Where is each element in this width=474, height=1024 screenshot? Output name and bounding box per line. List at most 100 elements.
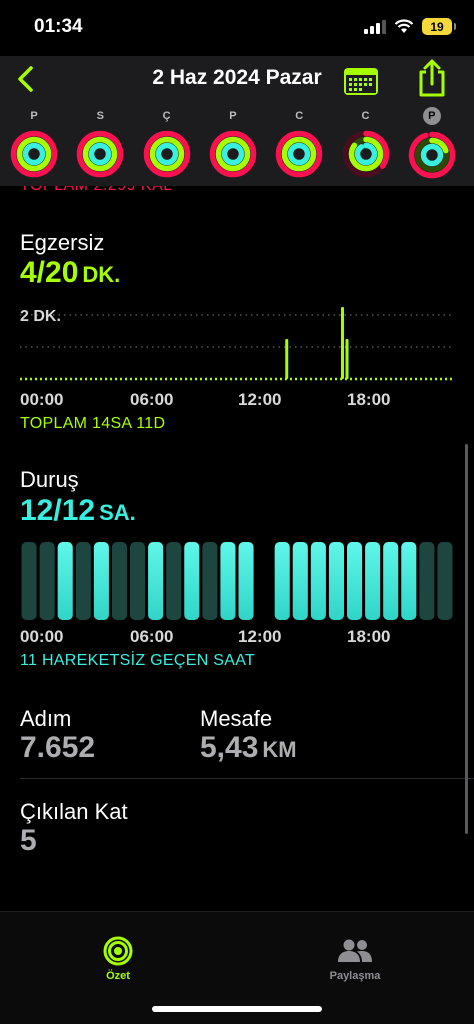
day-ring-0[interactable]: P	[6, 108, 62, 178]
exercise-tick-label: 18:00	[347, 390, 391, 409]
exercise-bar	[340, 307, 344, 379]
stand-bar	[93, 542, 109, 620]
ring-progress	[420, 143, 444, 167]
stand-bar	[437, 542, 453, 620]
week-ring-strip: PSÇPCCP	[6, 107, 470, 188]
distance-label: Mesafe	[200, 706, 273, 731]
exercise-tick-label: 06:00	[130, 390, 174, 409]
stand-bar	[292, 542, 308, 620]
day-letter: P	[30, 110, 38, 122]
stand-title: Duruş	[20, 467, 79, 492]
stand-bar	[148, 542, 164, 620]
stand-bar	[401, 542, 417, 620]
people-icon	[338, 939, 372, 962]
status-time: 01:34	[34, 16, 83, 37]
header: 2 Haz 2024 Pazar P S Ç P C C P	[0, 56, 474, 186]
day-letter: S	[96, 110, 104, 122]
summary-content: TOPLAM 2.299 KAL Egzersiz 4/20DK. 2 DK. …	[0, 186, 474, 911]
activity-ring	[143, 130, 190, 178]
day-letter: Ç	[162, 110, 171, 122]
exercise-bar	[345, 339, 349, 379]
stand-bar	[220, 542, 236, 620]
tab-summary[interactable]: Özet	[58, 936, 178, 982]
stand-bar	[310, 542, 326, 620]
status-bar: 01:34 19	[0, 0, 474, 56]
stand-x-axis: 00:00 06:00 12:00 18:00	[20, 627, 460, 647]
activity-ring	[342, 130, 389, 178]
stand-bar	[111, 542, 127, 620]
activity-ring	[10, 130, 58, 178]
calendar-icon[interactable]	[343, 64, 379, 96]
tab-sharing-label: Paylaşma	[329, 970, 381, 982]
day-letter: P	[422, 107, 441, 125]
day-ring-6[interactable]: P	[404, 107, 460, 179]
day-ring-2[interactable]: Ç	[139, 108, 195, 178]
day-letter: P	[229, 110, 237, 122]
distance-unit: KM	[262, 737, 297, 762]
stand-value-number: 12/12	[20, 494, 96, 527]
exercise-bar	[285, 339, 289, 379]
activity-ring	[209, 130, 257, 178]
day-ring-4[interactable]: C	[271, 108, 327, 178]
stand-bar	[130, 542, 146, 620]
exercise-value-unit: DK.	[82, 262, 121, 287]
home-indicator	[152, 1006, 322, 1012]
exercise-tick-label: 00:00	[20, 390, 64, 409]
tab-sharing[interactable]: Paylaşma	[295, 936, 415, 982]
stand-value: 12/12 SA.	[20, 494, 136, 528]
exercise-title: Egzersiz	[20, 230, 105, 255]
y-axis-label: 2 DK.	[20, 308, 61, 325]
steps-value: 7.652	[20, 731, 96, 764]
share-icon[interactable]	[414, 58, 450, 98]
stand-total: 11 HAREKETSİZ GEÇEN SAAT	[20, 652, 256, 669]
day-letter: C	[295, 110, 304, 122]
exercise-value: 4/20 DK.	[20, 256, 120, 290]
activity-rings-icon	[103, 936, 133, 966]
stand-bar	[57, 542, 73, 620]
day-ring-5[interactable]: C	[338, 108, 394, 178]
stand-tick-label: 00:00	[20, 627, 64, 646]
day-ring-1[interactable]: S	[72, 108, 128, 178]
stand-tick-label: 06:00	[130, 627, 174, 646]
day-ring-3[interactable]: P	[205, 108, 261, 178]
status-icons: 19	[364, 18, 456, 35]
stand-bar	[365, 542, 381, 620]
scrollbar[interactable]	[465, 444, 468, 834]
activity-ring	[275, 130, 323, 178]
ring-progress	[89, 142, 112, 166]
move-total-label: TOPLAM 2.299 KAL	[20, 186, 173, 195]
ring-progress	[155, 142, 178, 166]
steps-label: Adım	[20, 706, 72, 731]
cellular-signal-icon	[364, 19, 386, 34]
stand-bar	[419, 542, 435, 620]
stand-bar	[202, 542, 218, 620]
floors-value: 5	[20, 824, 37, 857]
stand-bar	[184, 542, 200, 620]
battery-level: 19	[430, 19, 444, 34]
activity-ring	[408, 131, 456, 179]
stats-divider	[20, 778, 474, 779]
stand-bar	[383, 542, 399, 620]
stand-bar	[328, 542, 344, 620]
exercise-total: TOPLAM 14SA 11D	[20, 415, 166, 432]
stand-bar	[21, 542, 37, 620]
exercise-x-axis: 00:00 06:00 12:00 18:00	[20, 390, 460, 410]
stand-bar	[166, 542, 182, 620]
exercise-chart: 2 DK.	[20, 307, 454, 381]
activity-ring	[77, 130, 124, 178]
stand-chart	[21, 542, 453, 620]
floors-label: Çıkılan Kat	[20, 799, 128, 824]
ring-progress	[22, 142, 46, 166]
distance-value-number: 5,43	[200, 731, 259, 764]
stand-tick-label: 18:00	[347, 627, 391, 646]
stand-tick-label: 12:00	[238, 627, 282, 646]
ring-progress	[221, 142, 245, 166]
distance-value: 5,43 KM	[200, 731, 297, 765]
stand-bar	[75, 542, 91, 620]
wifi-icon	[394, 19, 414, 33]
exercise-value-number: 4/20	[20, 256, 79, 289]
tab-summary-label: Özet	[106, 970, 130, 982]
stand-bar	[238, 542, 254, 620]
stand-bar	[347, 542, 363, 620]
stand-bar	[274, 542, 290, 620]
